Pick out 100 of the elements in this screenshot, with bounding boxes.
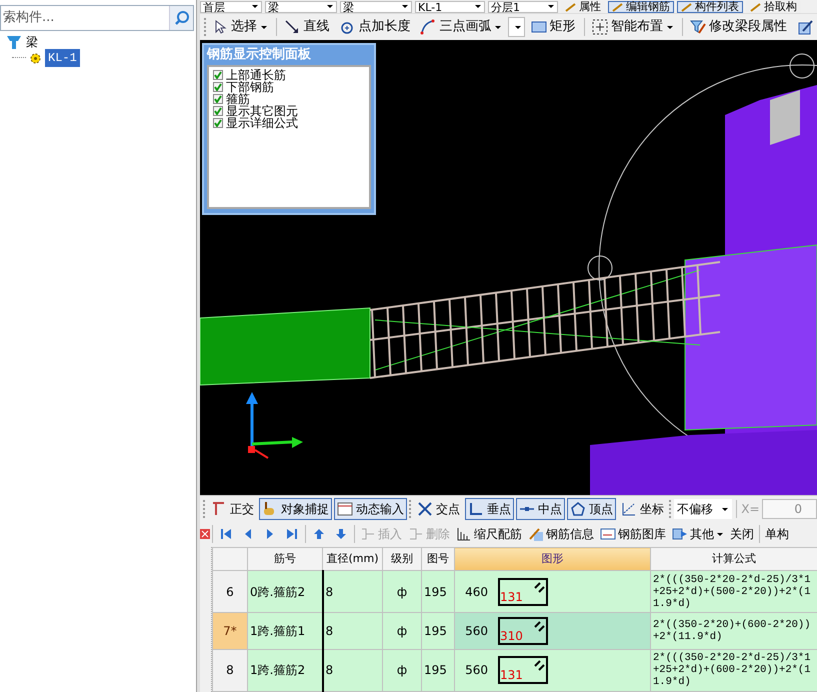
combo-box[interactable]: 梁 <box>265 0 337 12</box>
toolbar-button[interactable]: 缩尺配筋 <box>453 523 525 545</box>
scale-icon <box>456 526 472 542</box>
checkbox[interactable] <box>213 82 223 92</box>
first-icon <box>218 526 234 542</box>
checkbox-label: 上部通长筋 <box>226 69 286 81</box>
table-cell: ф <box>382 570 422 613</box>
tree-item[interactable]: KL-1 <box>45 49 80 67</box>
midpoint-icon <box>518 506 535 512</box>
column-header[interactable]: 图号 <box>422 548 454 571</box>
toolbar-button[interactable]: 修改梁段属性 <box>686 14 791 40</box>
form-edit-icon <box>796 19 813 35</box>
combo-value: 分层1 <box>491 2 520 12</box>
toolbar-button[interactable]: 构件列表 <box>677 0 743 12</box>
pencil-ruler-icon <box>528 526 544 542</box>
checkbox[interactable] <box>213 70 223 80</box>
row-header[interactable]: 8 <box>212 649 248 692</box>
combo-value: 不偏移 <box>676 500 713 518</box>
combo-value: 梁 <box>268 2 279 12</box>
cross-icon <box>416 500 433 516</box>
toolbar-button[interactable]: 单构 <box>762 523 792 545</box>
toolbar-button[interactable]: 其他 <box>669 523 727 545</box>
search-button[interactable] <box>169 6 193 30</box>
toolbar-button[interactable]: 智能布置 <box>588 14 678 40</box>
hook-icon <box>533 580 545 593</box>
toolbar-button[interactable]: 交点 <box>414 498 463 520</box>
column-header[interactable]: 计算公式 <box>650 548 817 571</box>
checkbox-label: 下部钢筋 <box>226 81 274 93</box>
toolbar-button[interactable]: 钢筋图库 <box>597 523 669 545</box>
ruler-icon <box>210 500 227 516</box>
axis-triad-drawing <box>246 392 303 459</box>
toolbar-button[interactable]: 矩形 <box>526 14 580 40</box>
table-cell: 195 <box>422 649 454 692</box>
table-cell: ф <box>382 612 422 650</box>
table-cell: 0跨.箍筋2 <box>248 570 322 613</box>
toolbar-button[interactable]: 正交 <box>208 498 257 520</box>
column-header[interactable]: 筋号 <box>248 548 322 571</box>
toolbar-button[interactable]: 动态输入 <box>334 498 407 520</box>
funnel-pencil-icon <box>690 19 706 35</box>
3d-viewport[interactable]: 钢筋显示控制面板 上部通长筋 下部钢筋 箍筋 显示其它图元 显示详细公式 <box>200 40 817 495</box>
toolbar-button[interactable]: 垂点 <box>464 498 514 520</box>
hook-icon <box>533 620 545 632</box>
combo-box[interactable]: 分层1 <box>488 0 558 12</box>
combo-box[interactable]: 梁 <box>340 0 412 12</box>
search-icon <box>174 10 190 26</box>
perpendicular-icon <box>468 500 484 516</box>
checkbox[interactable] <box>213 94 223 104</box>
table-cell: 195 <box>422 570 454 613</box>
checkbox-label: 显示其它图元 <box>226 105 298 117</box>
shape-dimension: 310 <box>500 630 523 644</box>
checkbox[interactable] <box>213 106 223 116</box>
column-header[interactable]: 图形 <box>454 548 650 571</box>
combo-box[interactable]: 不偏移 <box>674 498 732 518</box>
toolbar-button[interactable]: 对象捕捉 <box>258 498 332 520</box>
toolbar-button[interactable]: 关闭 <box>727 523 757 545</box>
search-field[interactable]: 索构件... <box>0 5 194 31</box>
pencil-icon <box>750 2 762 12</box>
toolbar-button[interactable]: 中点 <box>516 498 565 520</box>
toolbar-button[interactable]: 编辑钢筋 <box>608 0 674 12</box>
close-icon <box>200 529 210 539</box>
formula-cell: 2*(((350-2*20-2*d-25)/3*1+25+2*d)+(500-2*20))+2*(11.9*d) <box>650 570 817 613</box>
combo-value: KL-1 <box>418 2 442 12</box>
column-header[interactable]: 直径(mm) <box>322 548 382 571</box>
combo-box[interactable]: KL-1 <box>415 0 485 12</box>
toolbar-button[interactable]: 直线 <box>280 14 334 40</box>
formula-cell: 2*((350-2*20)+(600-2*20))+2*(11.9*d) <box>650 612 817 650</box>
caret-icon <box>666 23 674 31</box>
combo-box[interactable] <box>508 17 525 37</box>
caret-icon <box>260 23 268 31</box>
caret-icon <box>716 530 724 538</box>
column-header[interactable]: 级别 <box>382 548 422 571</box>
insert-row-icon <box>360 526 376 542</box>
checkbox[interactable] <box>213 118 223 128</box>
pentagon-icon <box>570 500 586 516</box>
checkbox-label: 箍筋 <box>226 93 250 105</box>
row-header[interactable]: 6 <box>212 570 248 613</box>
toolbar-button[interactable]: 选择 <box>208 14 272 40</box>
rectangle-icon <box>530 19 547 35</box>
toolbar-button[interactable]: 钢筋信息 <box>525 523 597 545</box>
axes-icon <box>620 500 637 516</box>
toolbar-button[interactable]: 点加长度 <box>335 14 414 40</box>
caret-icon <box>494 23 502 31</box>
table-cell: ф <box>382 649 422 692</box>
panel-title: 钢筋显示控制面板 <box>207 46 312 64</box>
combo-box[interactable]: 首层 <box>200 0 262 12</box>
forward-icon <box>672 526 688 542</box>
field-label: X= <box>741 500 760 518</box>
pencil-icon <box>565 2 577 12</box>
toolbar-button[interactable]: 三点画弧 <box>416 14 506 40</box>
toolbar-button[interactable]: 顶点 <box>566 498 616 520</box>
table-cell: 8 <box>322 570 382 613</box>
row-header[interactable]: 7* <box>212 612 248 650</box>
toolbar-button[interactable]: 坐标 <box>618 498 667 520</box>
caret-icon <box>514 23 522 31</box>
length-value: 560 <box>465 662 488 680</box>
combo-value: 梁 <box>343 2 354 12</box>
length-value: 560 <box>465 623 488 640</box>
tree-item[interactable]: 梁 <box>26 33 38 51</box>
delete-row-icon <box>408 526 424 542</box>
table-cell: 195 <box>422 612 454 650</box>
